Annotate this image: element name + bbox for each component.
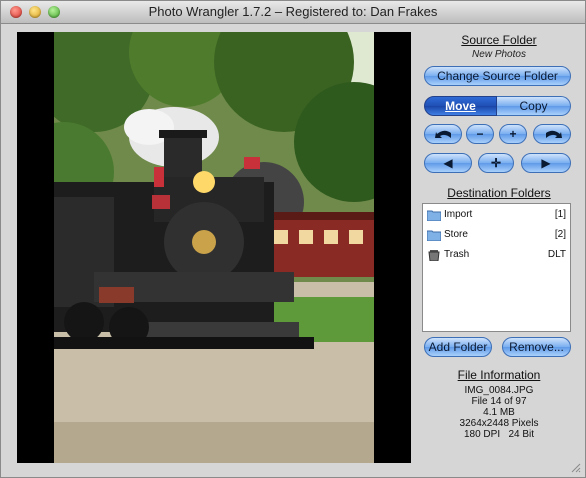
zoom-out-button[interactable]: − — [466, 124, 494, 144]
previous-photo-button[interactable]: ◀ — [424, 153, 472, 173]
destination-name: Import — [444, 209, 473, 220]
rotate-left-button[interactable] — [424, 124, 462, 144]
fit-to-window-button[interactable]: ✛ — [478, 153, 514, 173]
title-bar[interactable]: Photo Wrangler 1.7.2 – Registered to: Da… — [1, 1, 585, 24]
resize-grip-icon[interactable] — [569, 461, 581, 473]
remove-folder-button[interactable]: Remove... — [502, 337, 571, 357]
photo-viewer[interactable] — [17, 32, 411, 463]
trash-icon — [428, 250, 440, 261]
add-folder-button[interactable]: Add Folder — [424, 337, 492, 357]
file-size: 4.1 MB — [483, 407, 515, 418]
file-name: IMG_0084.JPG — [464, 385, 534, 396]
change-source-folder-button[interactable]: Change Source Folder — [424, 66, 571, 86]
file-information-heading: File Information — [457, 368, 541, 382]
rotate-left-icon — [435, 130, 451, 138]
folder-icon — [427, 230, 441, 241]
control-panel: Source Folder New Photos Change Source F… — [417, 25, 581, 475]
copy-button[interactable]: Copy — [497, 96, 571, 116]
folder-icon — [427, 210, 441, 221]
file-resolution-line: 180 DPI 24 Bit — [417, 429, 581, 440]
next-photo-button[interactable]: ▶ — [521, 153, 571, 173]
file-dimensions: 3264x2448 Pixels — [459, 418, 539, 429]
destination-name: Store — [444, 229, 468, 240]
photo-preview — [54, 32, 374, 463]
rotate-right-icon — [546, 130, 562, 138]
file-resolution: 180 DPI — [463, 429, 501, 440]
destination-shortcut: [2] — [554, 229, 566, 240]
window-title: Photo Wrangler 1.7.2 – Registered to: Da… — [148, 4, 438, 19]
app-window: Photo Wrangler 1.7.2 – Registered to: Da… — [0, 0, 586, 478]
rotate-right-button[interactable] — [533, 124, 571, 144]
move-button[interactable]: Move — [424, 96, 497, 116]
train-photo-image — [54, 32, 374, 463]
list-item[interactable]: Trash DLT — [423, 246, 570, 264]
file-position: File 14 of 97 — [471, 396, 527, 407]
destination-shortcut: DLT — [547, 249, 566, 260]
file-bit-depth: 24 Bit — [508, 429, 535, 440]
source-folder-heading: Source Folder — [461, 33, 537, 47]
destination-folder-list[interactable]: Import [1] Store [2] Trash DLT — [422, 203, 571, 332]
list-item[interactable]: Import [1] — [423, 206, 570, 224]
move-copy-toggle: Move Copy — [424, 96, 571, 116]
list-item[interactable]: Store [2] — [423, 226, 570, 244]
destination-folders-heading: Destination Folders — [447, 186, 551, 200]
destination-name: Trash — [444, 249, 470, 260]
zoom-in-button[interactable]: + — [499, 124, 527, 144]
source-folder-name: New Photos — [472, 49, 526, 60]
destination-shortcut: [1] — [554, 209, 566, 220]
